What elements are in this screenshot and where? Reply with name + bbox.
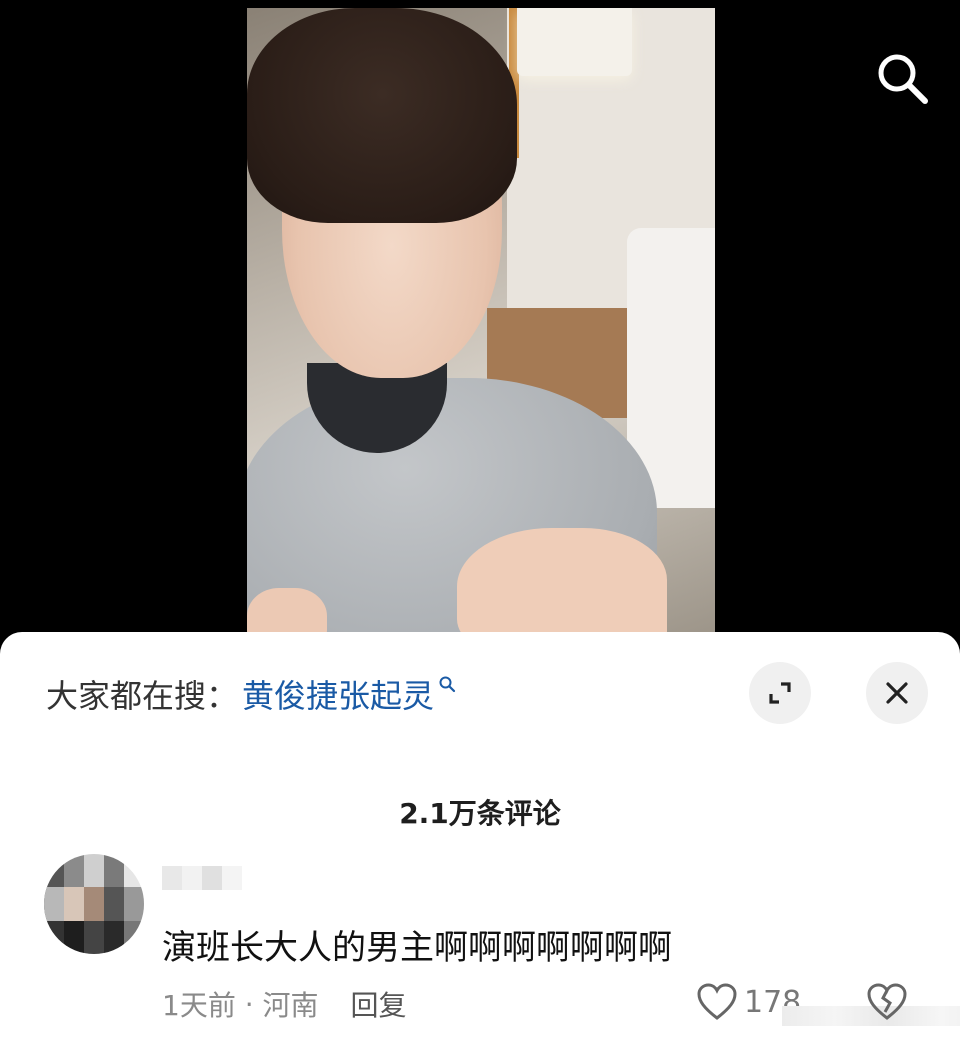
hot-search-bar[interactable]: 大家都在搜： 黄俊捷张起灵 [46,672,456,716]
avatar-mosaic-row [44,887,144,921]
search-icon [878,54,928,104]
video-lamp [517,8,632,76]
reply-button[interactable]: 回复 [351,984,407,1024]
username-blurred[interactable] [162,866,242,890]
avatar-mosaic-row [44,921,144,954]
app-screen: 大家都在搜： 黄俊捷张起灵 2.1万条评论 演班长大人的男主啊啊啊啊啊啊啊 1天… [0,0,960,1048]
video-person-right-hand [457,528,667,648]
dislike-button[interactable] [866,982,908,1026]
close-button[interactable] [866,662,928,724]
video-player[interactable] [247,8,715,648]
expand-button[interactable] [749,662,811,724]
comment-time: 1天前 [162,989,236,1022]
meta-separator: · [235,987,263,1021]
broken-heart-icon [867,983,907,1020]
hot-search-prefix: 大家都在搜： [46,677,239,715]
hot-search-term[interactable]: 黄俊捷张起灵 [242,671,434,717]
comment-count-title: 2.1万条评论 [399,797,561,830]
comment-meta: 1天前 · 河南 回复 [162,984,407,1024]
search-icon [439,676,456,693]
avatar[interactable] [44,854,144,954]
expand-icon [769,682,791,704]
comment-location: 河南 [262,989,319,1022]
comment-item: 演班长大人的男主啊啊啊啊啊啊啊 1天前 · 河南 回复 178 [44,854,960,1044]
close-icon [886,682,908,704]
comment-text: 演班长大人的男主啊啊啊啊啊啊啊 [162,928,672,968]
video-person-hair [247,8,517,223]
heart-icon [697,983,737,1020]
comment-sheet: 大家都在搜： 黄俊捷张起灵 2.1万条评论 演班长大人的男主啊啊啊啊啊啊啊 1天… [0,632,960,1048]
search-button[interactable] [872,48,932,108]
